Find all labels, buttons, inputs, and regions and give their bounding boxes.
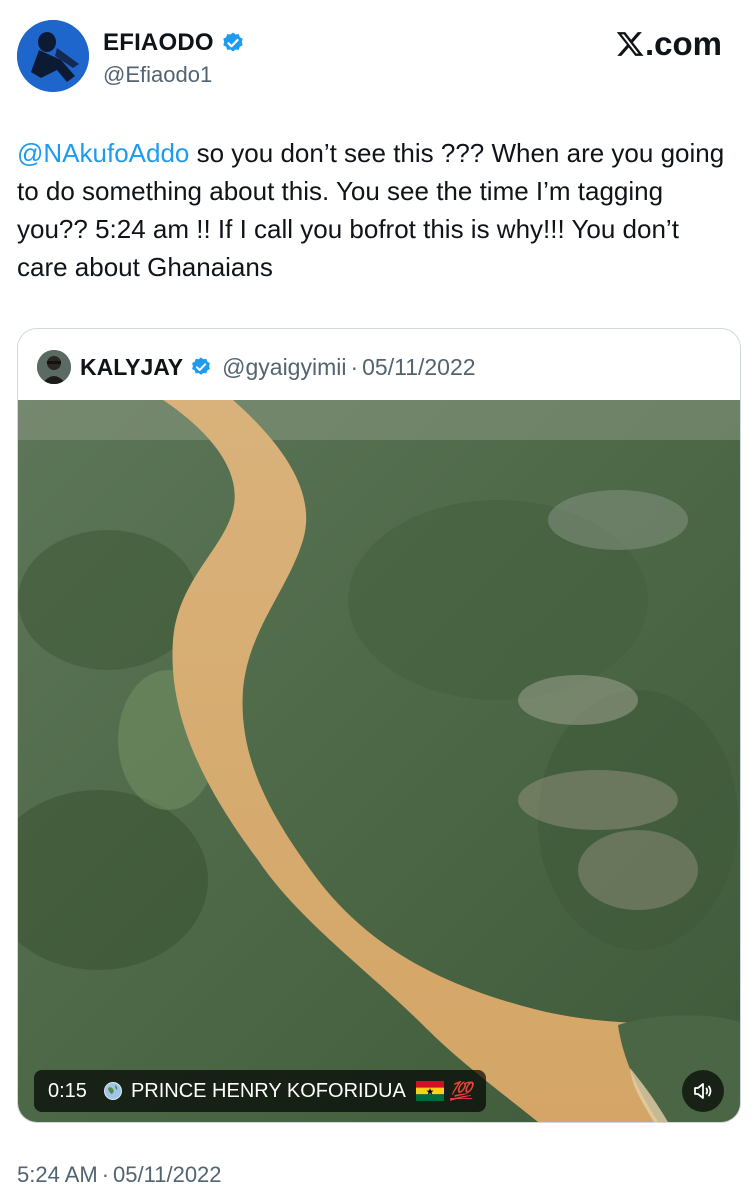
verified-badge-icon	[223, 32, 243, 52]
globe-icon	[103, 1082, 122, 1100]
video-duration: 0:15	[48, 1079, 87, 1102]
mention-link[interactable]: @NAkufoAddo	[17, 138, 189, 168]
video-info-overlay: 0:15 PRINCE HENRY KOFORIDUA 💯	[34, 1070, 487, 1112]
author-avatar-image	[17, 20, 89, 92]
ghana-flag-icon	[415, 1081, 444, 1101]
river-aerial-image	[18, 400, 740, 1122]
x-logo-icon	[616, 32, 644, 56]
quote-author-avatar[interactable]	[37, 350, 71, 384]
tweet-timestamp[interactable]: 5:24 AM · 05/11/2022	[17, 1162, 222, 1188]
tweet-text: @NAkufoAddo so you don’t see this ??? Wh…	[17, 134, 732, 286]
quote-author-handle[interactable]: @gyaigyimii	[222, 354, 346, 381]
author-handle[interactable]: @Efiaodo1	[103, 62, 212, 88]
quote-author-name[interactable]: KALYJAY	[80, 354, 183, 381]
speaker-icon	[694, 1083, 712, 1099]
sound-toggle-button[interactable]	[682, 1070, 724, 1112]
quote-header: KALYJAY @gyaigyimii · 05/11/2022	[37, 349, 476, 385]
quote-avatar-image	[37, 350, 71, 384]
quote-tweet-card[interactable]: KALYJAY @gyaigyimii · 05/11/2022 0:15 PR…	[17, 328, 741, 1123]
brand-watermark: .com	[615, 25, 722, 63]
video-caption: PRINCE HENRY KOFORIDUA	[130, 1079, 406, 1102]
quote-separator: ·	[350, 353, 359, 380]
brand-label: .com	[644, 25, 722, 62]
timestamp-date: 05/11/2022	[113, 1162, 222, 1187]
author-name-row[interactable]: EFIAODO	[103, 29, 245, 57]
timestamp-time: 5:24 AM	[17, 1162, 98, 1187]
author-name[interactable]: EFIAODO	[103, 29, 214, 57]
hundred-points-emoji: 💯	[449, 1080, 473, 1101]
quote-verified-badge-icon	[192, 357, 211, 375]
author-avatar[interactable]	[17, 20, 89, 92]
quote-date[interactable]: 05/11/2022	[362, 354, 475, 381]
timestamp-separator: ·	[101, 1162, 110, 1187]
quote-video-media[interactable]: 0:15 PRINCE HENRY KOFORIDUA 💯	[18, 400, 740, 1122]
